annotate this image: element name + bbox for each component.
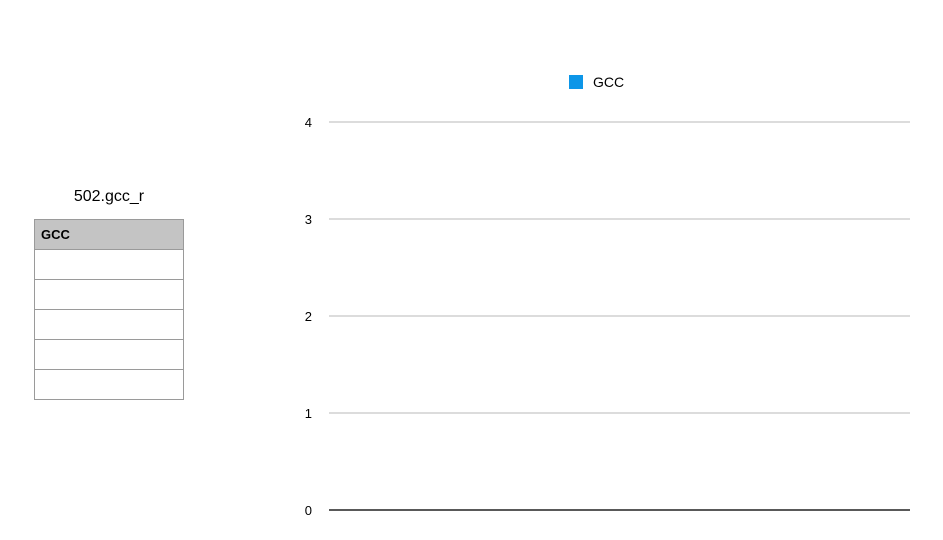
y-tick-label: 2 — [305, 309, 312, 324]
y-tick-label: 1 — [305, 406, 312, 421]
legend: GCC — [569, 74, 624, 90]
legend-swatch-gcc — [569, 75, 583, 89]
gridlines — [329, 121, 910, 511]
y-tick-label: 4 — [305, 115, 312, 130]
legend-label-gcc: GCC — [593, 74, 624, 90]
y-tick-label: 0 — [305, 503, 312, 518]
y-axis-ticks: 0 1 2 3 4 — [305, 115, 312, 518]
y-tick-label: 3 — [305, 212, 312, 227]
bar-chart: 0 1 2 3 4 GCC — [305, 74, 910, 518]
